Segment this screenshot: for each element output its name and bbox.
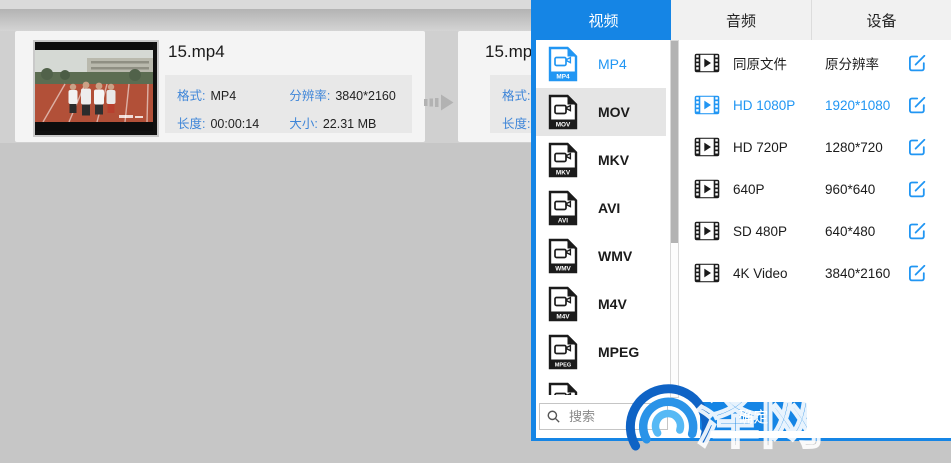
size-label: 大小: <box>289 117 317 131</box>
format-label: MOV <box>598 104 630 120</box>
duration-value: 00:00:14 <box>210 117 259 131</box>
convert-arrow-icon <box>424 90 456 114</box>
quality-resolution: 1920*1080 <box>825 98 890 113</box>
svg-text:AVI: AVI <box>558 217 568 224</box>
svg-text:WMV: WMV <box>555 265 571 272</box>
quality-resolution: 640*480 <box>825 224 875 239</box>
quality-name: SD 480P <box>733 224 825 239</box>
format-label: 格式: <box>502 89 530 103</box>
format-list-scrollbar[interactable] <box>670 40 679 398</box>
quality-item-original[interactable]: 同原文件 原分辨率 <box>680 42 951 84</box>
edit-icon[interactable] <box>907 221 927 241</box>
format-file-icon: WMV <box>548 238 578 274</box>
format-label: MPEG <box>598 344 639 360</box>
format-item-mp4[interactable]: MP4 MP4 <box>536 40 666 88</box>
quality-item-hd720p[interactable]: HD 720P 1280*720 <box>680 126 951 168</box>
format-file-icon: MKV <box>548 142 578 178</box>
svg-text:MOV: MOV <box>556 121 571 128</box>
quality-resolution: 原分辨率 <box>825 53 879 73</box>
format-item-partial[interactable] <box>536 376 666 395</box>
quality-resolution: 1280*720 <box>825 140 883 155</box>
format-item-mov[interactable]: MOV MOV <box>536 88 666 136</box>
quality-name: HD 1080P <box>733 98 825 113</box>
format-label: 格式: <box>177 89 205 103</box>
duration-label: 长度: <box>177 117 205 131</box>
format-file-icon: MPEG <box>548 334 578 370</box>
tab-device[interactable]: 设备 <box>811 0 951 40</box>
resolution-value: 3840*2160 <box>335 89 395 103</box>
svg-text:MP4: MP4 <box>556 73 570 80</box>
file-size-field: 大小: 22.31 MB <box>289 113 400 132</box>
size-value: 22.31 MB <box>323 117 377 131</box>
format-item-avi[interactable]: AVI AVI <box>536 184 666 232</box>
search-box <box>539 403 668 430</box>
quality-resolution: 960*640 <box>825 182 875 197</box>
film-icon <box>694 221 720 241</box>
svg-text:MKV: MKV <box>556 169 571 176</box>
tab-audio[interactable]: 音频 <box>671 0 811 40</box>
film-icon <box>694 53 720 73</box>
quality-name: 4K Video <box>733 266 825 281</box>
film-icon <box>694 263 720 283</box>
file-format-field: 格式: MP4 <box>177 85 263 104</box>
edit-icon[interactable] <box>907 263 927 283</box>
edit-icon[interactable] <box>907 95 927 115</box>
popup-tab-bar: 视频 音频 设备 <box>536 0 951 40</box>
format-label: MKV <box>598 152 629 168</box>
search-icon <box>546 409 561 424</box>
file-title: 15.mp4 <box>168 42 225 62</box>
quality-resolution: 3840*2160 <box>825 266 890 281</box>
svg-text:M4V: M4V <box>556 313 570 320</box>
file-duration-field: 长度: 00:00:14 <box>177 113 263 132</box>
app-window: 15.mp4 格式: MP4 分辨率: 3840*2160 长度: 00:00:14 … <box>0 0 951 463</box>
format-item-mkv[interactable]: MKV MKV <box>536 136 666 184</box>
format-file-icon: M4V <box>548 286 578 322</box>
video-thumbnail <box>33 40 159 137</box>
file-resolution-field: 分辨率: 3840*2160 <box>289 85 400 104</box>
quality-list: 同原文件 原分辨率 HD 1080P 1920*1080 HD 720P 128… <box>680 40 951 395</box>
file-info-box: 格式: MP4 分辨率: 3840*2160 长度: 00:00:14 大小: 22.3… <box>165 75 412 133</box>
format-file-icon: MOV <box>548 94 578 130</box>
edit-icon[interactable] <box>907 53 927 73</box>
quality-item-640p[interactable]: 640P 960*640 <box>680 168 951 210</box>
quality-item-hd1080p[interactable]: HD 1080P 1920*1080 <box>680 84 951 126</box>
format-item-wmv[interactable]: WMV WMV <box>536 232 666 280</box>
format-label: MP4 <box>598 56 627 72</box>
search-input[interactable] <box>567 408 661 425</box>
edit-icon[interactable] <box>907 137 927 157</box>
quality-item-sd480p[interactable]: SD 480P 640*480 <box>680 210 951 252</box>
format-item-m4v[interactable]: M4V M4V <box>536 280 666 328</box>
format-item-mpeg[interactable]: MPEG MPEG <box>536 328 666 376</box>
format-value: MP4 <box>210 89 236 103</box>
tab-video[interactable]: 视频 <box>536 0 671 40</box>
film-icon <box>694 95 720 115</box>
output-format-popup: 视频 音频 设备 MP4 MP4 MOV MOV MKV MKV AVI AVI <box>531 0 951 441</box>
format-file-icon <box>548 382 578 395</box>
format-label: WMV <box>598 248 632 264</box>
confirm-button[interactable]: 确定 <box>700 402 807 431</box>
scrollbar-thumb[interactable] <box>671 41 678 243</box>
edit-icon[interactable] <box>907 179 927 199</box>
resolution-label: 分辨率: <box>289 89 330 103</box>
film-icon <box>694 137 720 157</box>
file-card-source: 15.mp4 格式: MP4 分辨率: 3840*2160 长度: 00:00:14 … <box>15 31 425 142</box>
format-file-icon: MP4 <box>548 46 578 82</box>
format-label: M4V <box>598 296 627 312</box>
quality-item-4k[interactable]: 4K Video 3840*2160 <box>680 252 951 294</box>
svg-text:MPEG: MPEG <box>555 362 571 368</box>
format-list: MP4 MP4 MOV MOV MKV MKV AVI AVI WMV WMV … <box>536 40 666 395</box>
quality-name: 640P <box>733 182 825 197</box>
format-label: AVI <box>598 200 620 216</box>
film-icon <box>694 179 720 199</box>
quality-name: HD 720P <box>733 140 825 155</box>
quality-name: 同原文件 <box>733 53 825 73</box>
format-file-icon: AVI <box>548 190 578 226</box>
duration-label: 长度: <box>502 117 530 131</box>
